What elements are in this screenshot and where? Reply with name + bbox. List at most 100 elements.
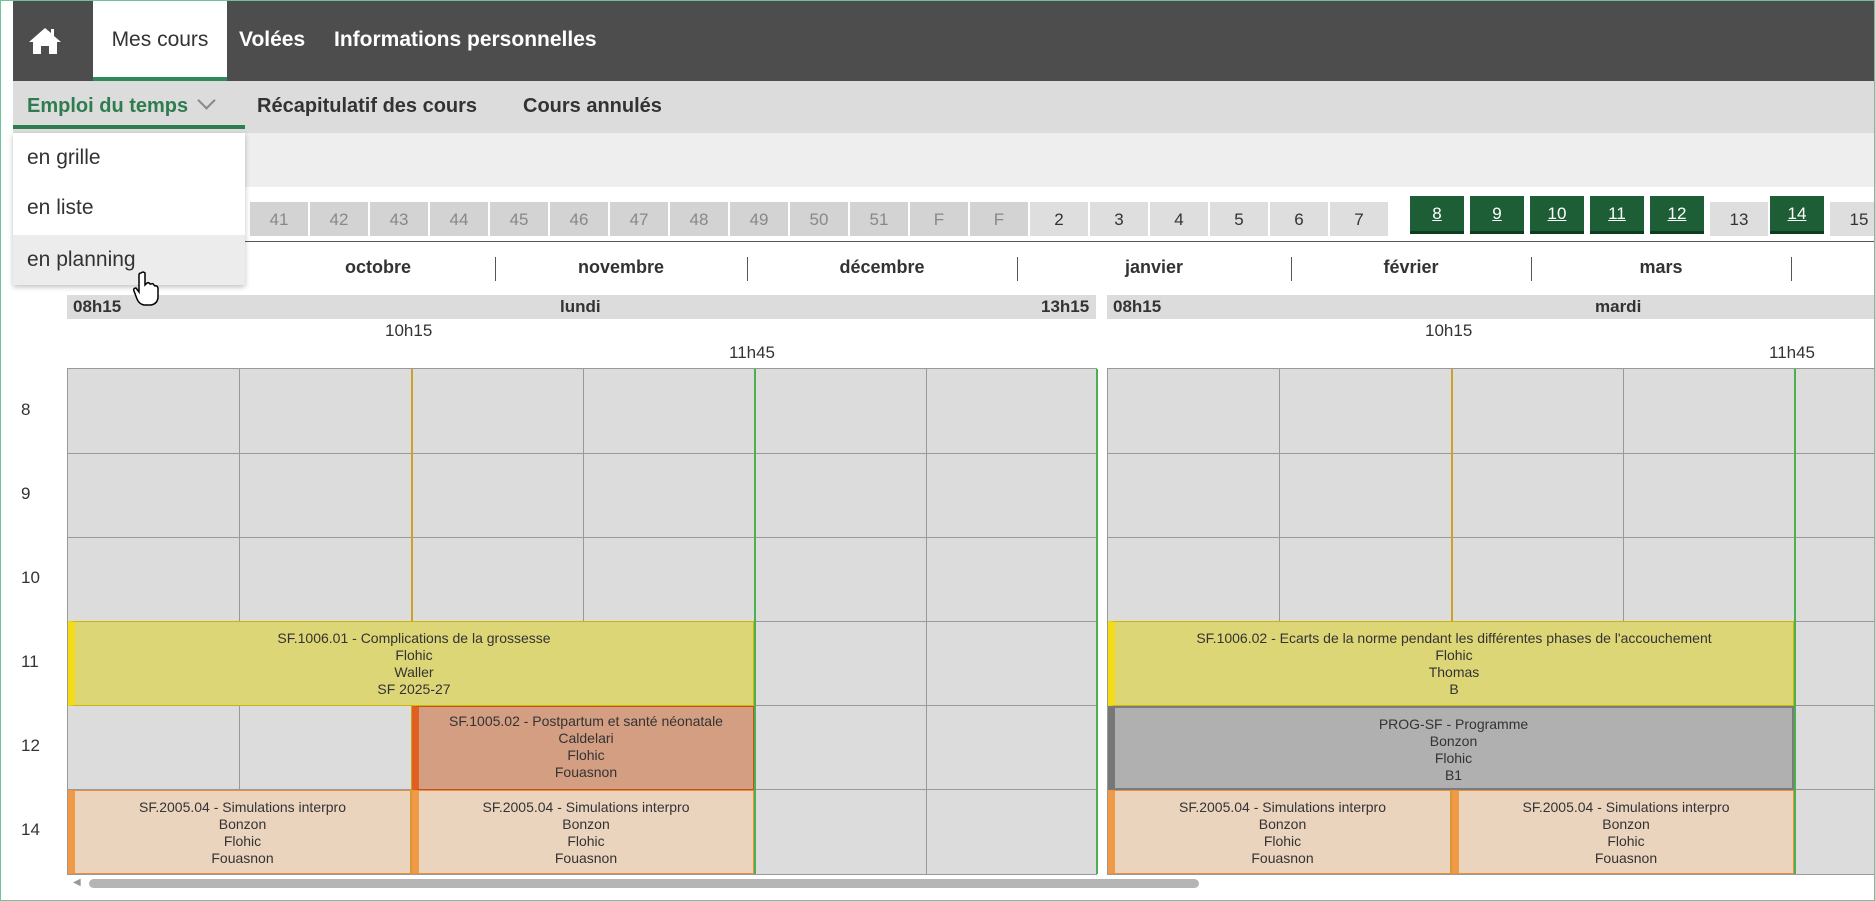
week-3[interactable]: 3 (1089, 201, 1149, 237)
toolbar-area (13, 133, 1874, 187)
course-group: Fouasnon (554, 850, 618, 866)
course-teacher: Flohic (567, 833, 605, 849)
week-10[interactable]: 10 (1529, 195, 1585, 235)
course-block[interactable]: SF.2005.04 - Simulations interpro Bonzon… (1108, 790, 1451, 874)
week-46[interactable]: 46 (549, 201, 609, 237)
week-50[interactable]: 50 (789, 201, 849, 237)
course-group: Fouasnon (1594, 850, 1658, 866)
month-octobre: octobre (344, 257, 411, 277)
menu-item-en-liste[interactable]: en liste (13, 183, 245, 233)
course-title: SF.1005.02 - Postpartum et santé néonata… (449, 713, 723, 729)
course-title: PROG-SF - Programme (1378, 716, 1529, 732)
course-teacher: Flohic (1434, 750, 1473, 766)
week-2[interactable]: 2 (1029, 201, 1089, 237)
course-block[interactable]: SF.2005.04 - Simulations interpro Bonzon… (1452, 790, 1794, 874)
course-title: SF.2005.04 - Simulations interpro (1522, 799, 1730, 815)
course-group: SF 2025-27 (377, 681, 451, 697)
week-5[interactable]: 5 (1209, 201, 1269, 237)
course-block[interactable]: SF.1006.02 - Ecarts de la norme pendant … (1108, 621, 1794, 706)
week-44[interactable]: 44 (429, 201, 489, 237)
week-13[interactable]: 13 (1709, 201, 1769, 237)
course-title: SF.2005.04 - Simulations interpro (139, 799, 346, 815)
course-group: B1 (1444, 767, 1463, 783)
week-9[interactable]: 9 (1469, 195, 1525, 235)
course-block[interactable]: SF.2005.04 - Simulations interpro Bonzon… (68, 790, 411, 874)
course-block[interactable]: SF.1005.02 - Postpartum et santé néonata… (412, 706, 754, 790)
day-header-mardi: 08h15 mardi (1107, 295, 1874, 319)
tab-emploi-du-temps-label: Emploi du temps (27, 95, 189, 117)
week-48[interactable]: 48 (669, 201, 729, 237)
scrollbar-thumb[interactable] (89, 879, 1199, 888)
row-label-11: 11 (21, 652, 39, 671)
row-label-8: 8 (21, 400, 31, 419)
week-14[interactable]: 14 (1769, 195, 1825, 235)
week-42[interactable]: 42 (309, 201, 369, 237)
course-block[interactable]: SF.2005.04 - Simulations interpro Bonzon… (412, 790, 754, 874)
course-group: Fouasnon (554, 764, 618, 780)
menu-item-en-planning[interactable]: en planning (13, 235, 245, 285)
course-block[interactable]: PROG-SF - Programme Bonzon Flohic B1 (1108, 706, 1794, 790)
tab-informations-personnelles[interactable]: Informations personnelles (334, 1, 597, 81)
week-15[interactable]: 15 (1829, 201, 1874, 237)
month-decembre: décembre (839, 257, 925, 277)
course-title: SF.2005.04 - Simulations interpro (1179, 799, 1386, 815)
menu-item-en-grille[interactable]: en grille (13, 133, 245, 183)
day-start-time: 08h15 (1113, 297, 1162, 316)
tab-volees[interactable]: Volées (239, 1, 305, 81)
row-label-10: 10 (21, 568, 40, 587)
time-marker: 10h15 (1425, 321, 1473, 340)
time-marker: 11h45 (1769, 343, 1816, 362)
course-group: Fouasnon (211, 850, 274, 866)
course-teacher: Bonzon (562, 816, 610, 832)
course-teacher: Bonzon (218, 816, 267, 832)
course-title: SF.1006.02 - Ecarts de la norme pendant … (1196, 630, 1712, 646)
week-49[interactable]: 49 (729, 201, 789, 237)
day-name: mardi (1595, 297, 1642, 316)
week-f2[interactable]: F (969, 201, 1029, 237)
week-6[interactable]: 6 (1269, 201, 1329, 237)
row-label-12: 12 (21, 736, 40, 755)
course-group: B (1449, 681, 1459, 697)
course-teacher: Bonzon (1602, 816, 1650, 832)
week-12[interactable]: 12 (1649, 195, 1705, 235)
chevron-down-icon (196, 91, 216, 110)
course-teacher: Flohic (1607, 833, 1645, 849)
week-41[interactable]: 41 (249, 201, 309, 237)
tab-cours-annules[interactable]: Cours annulés (523, 81, 662, 133)
course-teacher: Flohic (223, 833, 262, 849)
week-11[interactable]: 11 (1589, 195, 1645, 235)
horizontal-scrollbar[interactable]: ◀ (71, 877, 1874, 889)
week-45[interactable]: 45 (489, 201, 549, 237)
week-4[interactable]: 4 (1149, 201, 1209, 237)
tab-emploi-du-temps[interactable]: Emploi du temps (13, 81, 245, 129)
course-block[interactable]: SF.1006.01 - Complications de la grosses… (68, 621, 754, 706)
week-51[interactable]: 51 (849, 201, 909, 237)
row-label-14: 14 (21, 820, 40, 839)
course-teacher: Waller (394, 664, 434, 680)
week-8[interactable]: 8 (1409, 195, 1465, 235)
day-name: lundi (560, 297, 601, 316)
row-label-9: 9 (21, 484, 31, 503)
tab-mes-cours[interactable]: Mes cours (93, 1, 227, 81)
course-title: SF.2005.04 - Simulations interpro (482, 799, 690, 815)
month-novembre: novembre (577, 257, 665, 277)
scroll-left-arrow-icon[interactable]: ◀ (73, 877, 81, 888)
day-start-time: 08h15 (73, 297, 122, 316)
course-teacher: Thomas (1428, 664, 1480, 680)
home-icon[interactable] (27, 23, 63, 59)
week-f1[interactable]: F (909, 201, 969, 237)
hand-cursor-icon (133, 271, 159, 307)
day-header-lundi: 08h15 lundi 13h15 (67, 295, 1096, 319)
week-47[interactable]: 47 (609, 201, 669, 237)
course-title: SF.1006.01 - Complications de la grosses… (277, 630, 551, 646)
course-teacher: Bonzon (1429, 733, 1478, 749)
week-7[interactable]: 7 (1329, 201, 1389, 237)
tab-recapitulatif-des-cours[interactable]: Récapitulatif des cours (257, 81, 477, 133)
app-frame: Mes cours Volées Informations personnell… (0, 0, 1875, 901)
top-navigation: Mes cours Volées Informations personnell… (13, 1, 1874, 81)
time-marker: 11h45 (729, 343, 776, 362)
course-teacher: Flohic (1435, 647, 1473, 663)
time-marker: 10h15 (385, 321, 433, 340)
week-43[interactable]: 43 (369, 201, 429, 237)
course-teacher: Bonzon (1258, 816, 1307, 832)
